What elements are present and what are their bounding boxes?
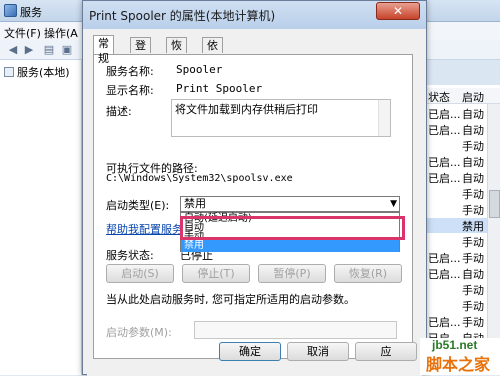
properties-icon[interactable]: ▣ bbox=[60, 43, 74, 57]
row-startup: 自动 bbox=[462, 172, 484, 185]
startup-params-label: 启动参数(M): bbox=[106, 326, 172, 339]
general-panel: 服务名称: Spooler 显示名称: Print Spooler 描述: 将文… bbox=[93, 54, 413, 359]
startup-params-hint: 当从此处启动服务时, 您可指定所适用的启动参数。 bbox=[106, 293, 355, 306]
row-startup: 自动 bbox=[462, 124, 484, 137]
watermark-url: jb51.net bbox=[432, 338, 478, 352]
row-startup: 自动 bbox=[462, 156, 484, 169]
stop-button[interactable]: 停止(T) bbox=[182, 264, 250, 283]
row-startup: 手动 bbox=[462, 284, 484, 297]
option-disabled[interactable]: 禁用 bbox=[181, 240, 399, 252]
description-scrollbar[interactable] bbox=[378, 100, 390, 136]
exe-path-value: C:\Windows\System32\spoolsv.exe bbox=[106, 173, 293, 184]
scrollbar-thumb[interactable] bbox=[489, 190, 500, 218]
forward-icon[interactable]: ▶ bbox=[22, 43, 36, 57]
start-button[interactable]: 启动(S) bbox=[106, 264, 174, 283]
row-status: 已启... bbox=[428, 108, 461, 121]
services-tree: 服务(本地) bbox=[0, 60, 82, 375]
apply-button[interactable]: 应 bbox=[355, 342, 417, 361]
tree-item-local-services[interactable]: 服务(本地) bbox=[4, 64, 70, 80]
row-startup: 手动 bbox=[462, 316, 484, 329]
description-text: 将文件加载到内存供稍后打印 bbox=[175, 103, 318, 116]
tab-dependencies[interactable]: 依存关系 bbox=[202, 37, 223, 97]
row-status: 已启... bbox=[428, 172, 461, 185]
dialog-titlebar: Print Spooler 的属性(本地计算机) ✕ bbox=[83, 1, 426, 29]
display-name-label: 显示名称: bbox=[106, 84, 154, 97]
row-status: 已启... bbox=[428, 268, 461, 281]
service-name-label: 服务名称: bbox=[106, 65, 154, 78]
dialog-title: Print Spooler 的属性(本地计算机) bbox=[89, 9, 276, 23]
row-status: 已启... bbox=[428, 316, 461, 329]
tab-recovery[interactable]: 恢复 bbox=[166, 37, 187, 67]
services-title: 服务 bbox=[20, 6, 42, 19]
dialog-body: 常规 登录 恢复 依存关系 服务名称: Spooler 显示名称: Print … bbox=[87, 29, 422, 376]
row-startup: 自动 bbox=[462, 268, 484, 281]
row-status: 已启... bbox=[428, 156, 461, 169]
row-startup: 手动 bbox=[462, 204, 484, 217]
startup-type-value: 禁用 bbox=[184, 197, 206, 210]
row-startup: 手动 bbox=[462, 300, 484, 313]
column-header-startup[interactable]: 启动 bbox=[462, 89, 484, 105]
tab-general[interactable]: 常规 bbox=[93, 35, 114, 65]
services-scrollbar[interactable] bbox=[487, 104, 500, 375]
startup-type-label: 启动类型(E): bbox=[106, 199, 170, 212]
menu-file[interactable]: 文件(F) bbox=[4, 25, 41, 41]
console-icon[interactable]: ▤ bbox=[42, 43, 56, 57]
watermark: jb51.net 脚本之家 bbox=[420, 338, 500, 375]
column-header-status[interactable]: 状态 bbox=[428, 89, 450, 105]
row-startup: 手动 bbox=[462, 236, 484, 249]
services-list-header: 状态 启动 bbox=[420, 88, 500, 104]
row-startup: 自动 bbox=[462, 108, 484, 121]
tab-logon[interactable]: 登录 bbox=[130, 37, 151, 67]
row-status: 已启... bbox=[428, 124, 461, 137]
tree-item-label: 服务(本地) bbox=[17, 66, 70, 79]
pause-button[interactable]: 暂停(P) bbox=[258, 264, 326, 283]
service-name-value: Spooler bbox=[176, 63, 223, 76]
row-startup: 禁用 bbox=[462, 220, 484, 233]
resume-button[interactable]: 恢复(R) bbox=[334, 264, 402, 283]
startup-type-select[interactable]: 禁用 ▼ bbox=[180, 196, 400, 212]
watermark-name: 脚本之家 bbox=[426, 355, 491, 374]
display-name-value: Print Spooler bbox=[176, 82, 263, 95]
annotation-highlight bbox=[180, 216, 405, 240]
chevron-down-icon[interactable]: ▼ bbox=[390, 197, 397, 211]
back-icon[interactable]: ◀ bbox=[6, 43, 20, 57]
row-startup: 手动 bbox=[462, 140, 484, 153]
close-button[interactable]: ✕ bbox=[376, 2, 420, 20]
startup-params-input[interactable] bbox=[194, 321, 397, 339]
service-status-label: 服务状态: bbox=[106, 249, 154, 262]
menu-action[interactable]: 操作(A bbox=[44, 25, 78, 41]
row-startup: 手动 bbox=[462, 252, 484, 265]
ok-button[interactable]: 确定 bbox=[219, 342, 281, 361]
properties-dialog: Print Spooler 的属性(本地计算机) ✕ 常规 登录 恢复 依存关系… bbox=[82, 0, 427, 376]
cancel-button[interactable]: 取消 bbox=[287, 342, 349, 361]
services-app-icon bbox=[4, 4, 17, 17]
row-startup: 手动 bbox=[462, 188, 484, 201]
gear-icon bbox=[4, 67, 14, 77]
description-box[interactable]: 将文件加载到内存供稍后打印 bbox=[171, 99, 391, 137]
row-status: 已启... bbox=[428, 252, 461, 265]
description-label: 描述: bbox=[106, 105, 132, 118]
help-configure-link[interactable]: 帮助我配置服务 bbox=[106, 221, 183, 237]
